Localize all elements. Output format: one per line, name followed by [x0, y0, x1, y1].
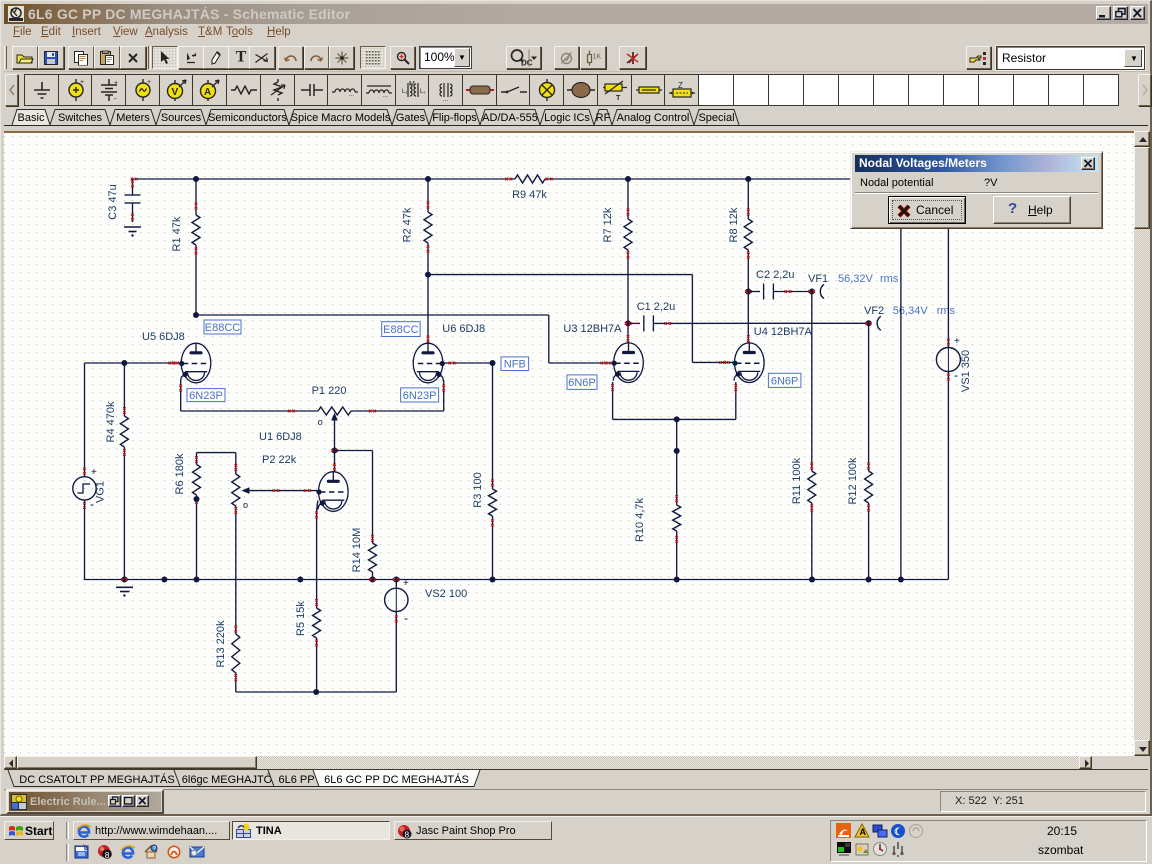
svg-text:R8 12k: R8 12k [728, 207, 740, 242]
svg-text:6L6 GC PP DC MEGHAJTÁS: 6L6 GC PP DC MEGHAJTÁS [324, 773, 469, 786]
svg-text:R3 100: R3 100 [472, 472, 484, 507]
svg-text:+: + [403, 578, 409, 589]
svg-text:U3 12BH7A: U3 12BH7A [563, 323, 622, 335]
svg-text:6L6 PP: 6L6 PP [278, 774, 314, 786]
svg-text:R4 470k: R4 470k [105, 401, 117, 442]
svg-text:56,32V: 56,32V [838, 273, 874, 285]
svg-text:VF1: VF1 [808, 273, 828, 285]
svg-text:VF2: VF2 [864, 305, 884, 317]
svg-text:R14 10M: R14 10M [351, 528, 363, 573]
svg-text:6N6P: 6N6P [771, 375, 799, 387]
svg-text:A: A [860, 827, 867, 837]
svg-text:R10 4,7k: R10 4,7k [634, 497, 646, 542]
svg-text:C3 47u: C3 47u [107, 184, 119, 219]
svg-text:R2 47k: R2 47k [401, 207, 413, 242]
svg-text:8: 8 [105, 850, 110, 860]
svg-text:8: 8 [405, 831, 410, 840]
svg-text:o: o [243, 500, 248, 510]
svg-text:U1 6DJ8: U1 6DJ8 [259, 431, 302, 443]
svg-text:6N23P: 6N23P [189, 390, 223, 402]
svg-text:☾: ☾ [894, 827, 903, 838]
svg-text:R1 47k: R1 47k [171, 216, 183, 251]
svg-text:R11 100k: R11 100k [791, 457, 803, 504]
svg-text:R5 15k: R5 15k [295, 601, 307, 636]
svg-text:U4 12BH7A: U4 12BH7A [754, 326, 813, 338]
svg-text:+: + [91, 467, 97, 478]
svg-text:6N23P: 6N23P [403, 390, 437, 402]
svg-text:VS1 350: VS1 350 [960, 350, 972, 392]
svg-text:56,34V: 56,34V [893, 305, 929, 317]
svg-text:U6 6DJ8: U6 6DJ8 [442, 323, 485, 335]
svg-text:C2 2,2u: C2 2,2u [756, 269, 795, 281]
svg-text:o: o [318, 417, 323, 427]
svg-text:6l6gc MEGHAJTÓ: 6l6gc MEGHAJTÓ [182, 773, 273, 786]
svg-text:C1 2,2u: C1 2,2u [637, 301, 676, 313]
svg-text:E88CC: E88CC [383, 324, 419, 336]
svg-text:NFB: NFB [504, 359, 526, 371]
svg-text:U5 6DJ8: U5 6DJ8 [142, 331, 185, 343]
svg-text:R7 12k: R7 12k [602, 207, 614, 242]
svg-text:-: - [90, 497, 94, 511]
svg-text:E88CC: E88CC [205, 322, 241, 334]
svg-text:-: - [404, 611, 408, 625]
svg-text:P2 22k: P2 22k [262, 454, 297, 466]
svg-text:rms: rms [880, 273, 899, 285]
svg-text:R9 47k: R9 47k [512, 189, 547, 201]
svg-text:DC CSATOLT PP MEGHAJTÁS: DC CSATOLT PP MEGHAJTÁS [19, 773, 174, 786]
svg-text:VG1: VG1 [95, 481, 107, 503]
svg-text:rms: rms [937, 305, 956, 317]
svg-text:-: - [954, 368, 958, 382]
svg-text:P1 220: P1 220 [312, 385, 347, 397]
svg-text:VS2 100: VS2 100 [425, 588, 467, 600]
svg-text:6N6P: 6N6P [568, 377, 596, 389]
svg-text:R12 100k: R12 100k [847, 457, 859, 505]
svg-text:+: + [954, 336, 960, 347]
svg-text:R13 220k: R13 220k [215, 620, 227, 668]
svg-text:R6 180k: R6 180k [174, 453, 186, 494]
